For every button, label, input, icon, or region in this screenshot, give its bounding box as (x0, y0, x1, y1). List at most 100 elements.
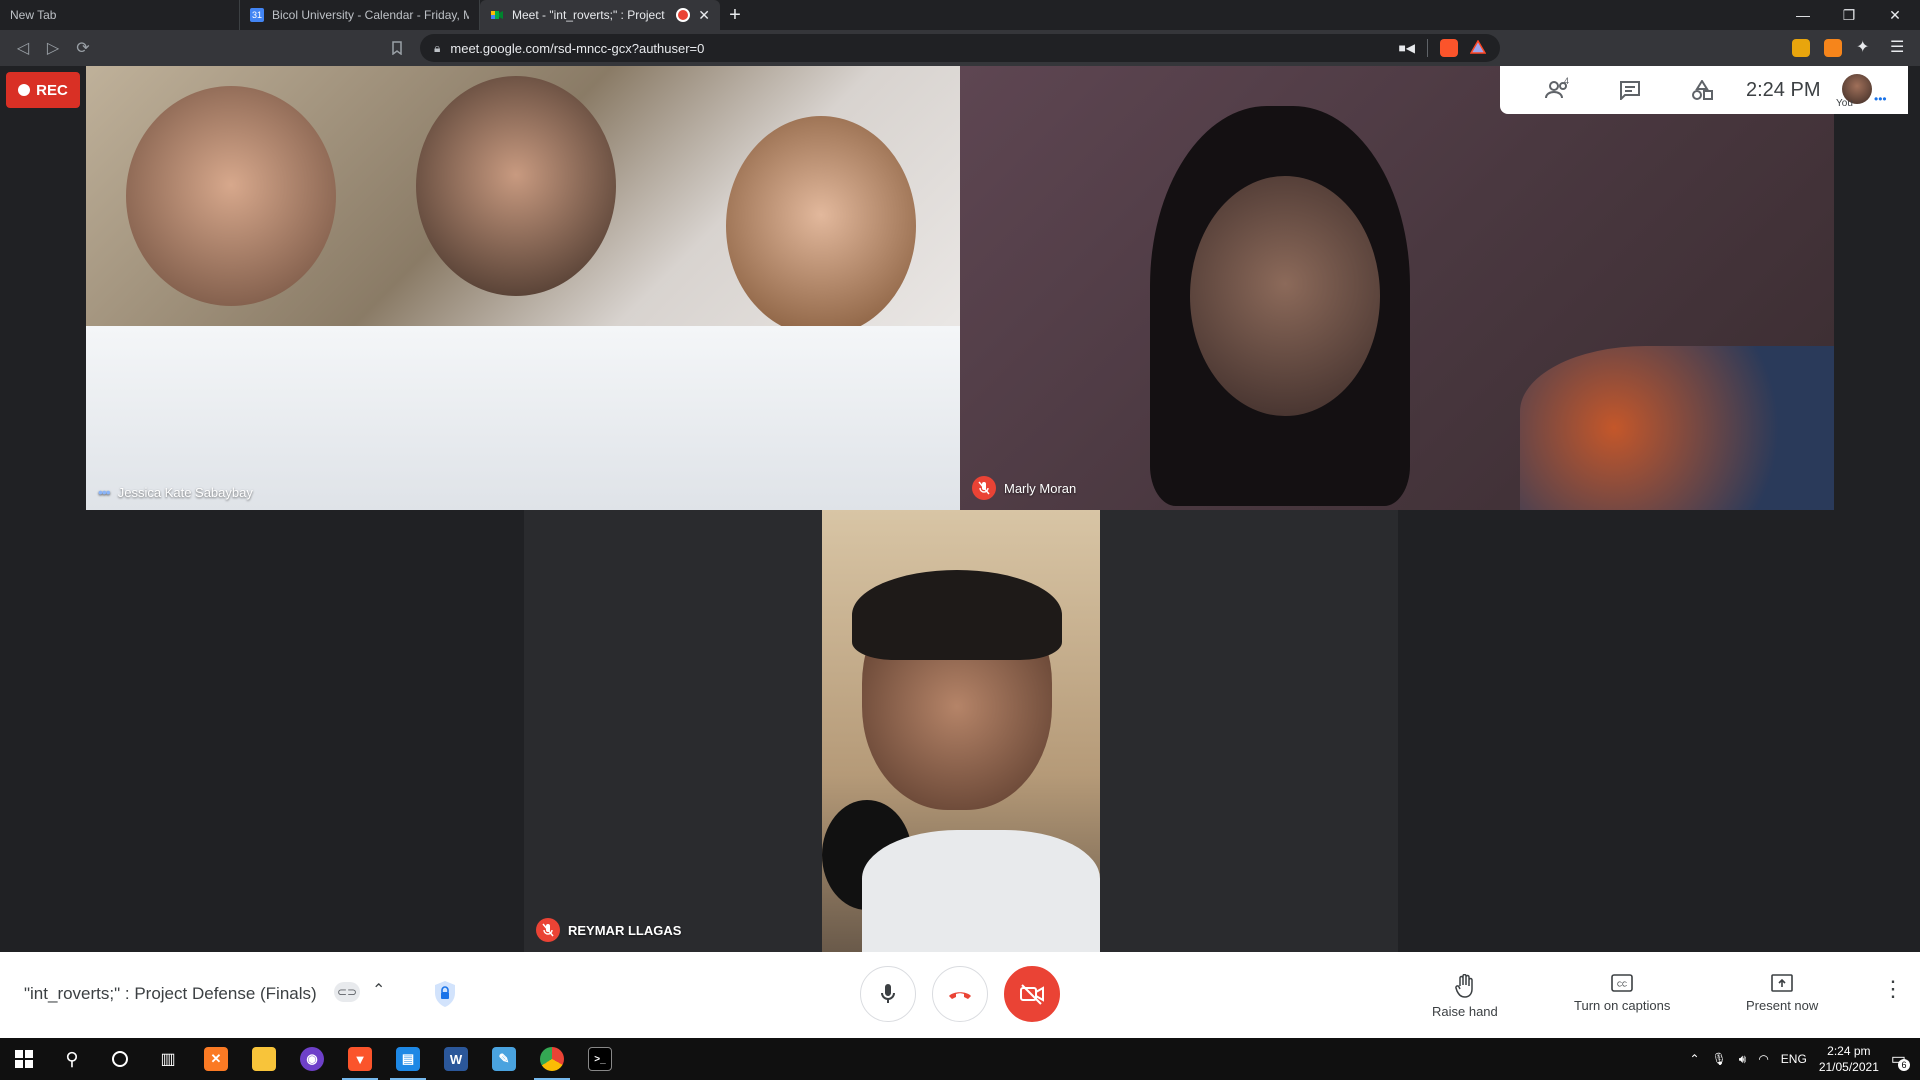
camera-in-use-icon[interactable]: ■◀ (1399, 41, 1415, 55)
people-count: 4 (1564, 76, 1570, 86)
speaking-indicator-icon: ••• (98, 484, 111, 500)
activities-button[interactable] (1666, 80, 1738, 100)
camera-off-icon (1020, 984, 1044, 1005)
tab-new-tab[interactable]: New Tab (0, 0, 240, 30)
rec-label: REC (36, 81, 68, 99)
search-button[interactable]: ⚲ (48, 1038, 96, 1080)
hang-up-icon (949, 992, 971, 999)
wifi-icon[interactable]: ◠ (1758, 1052, 1768, 1066)
taskbar-app-word[interactable]: W (432, 1038, 480, 1080)
taskbar-app-notepad[interactable]: ▤ (384, 1038, 432, 1080)
more-options-icon[interactable]: ⋮ (1882, 978, 1904, 1000)
captions-icon: CC (1611, 974, 1633, 992)
tab-bar: New Tab 31 Bicol University - Calendar -… (0, 0, 1920, 30)
microphone-button[interactable] (860, 966, 916, 1022)
folder-icon (252, 1047, 276, 1071)
meet-stage: REC 4 2:24 PM You ••• ••• Jessica Kate S… (0, 66, 1920, 952)
back-button[interactable]: ◁ (8, 33, 38, 63)
taskbar-app-terminal[interactable]: >_ (576, 1038, 624, 1080)
system-clock[interactable]: 2:24 pm 21/05/2021 (1819, 1043, 1879, 1075)
taskbar-app-github[interactable]: ◉ (288, 1038, 336, 1080)
present-now-button[interactable]: Present now (1746, 974, 1818, 1013)
people-button[interactable]: 4 (1522, 76, 1594, 100)
menu-icon[interactable]: ☰ (1890, 37, 1904, 57)
close-tab-icon[interactable]: ✕ (698, 7, 710, 24)
minimize-button[interactable]: — (1780, 0, 1826, 30)
taskbar-app-feather[interactable]: ✎ (480, 1038, 528, 1080)
present-now-label: Present now (1746, 998, 1819, 1013)
video-blanket (1520, 346, 1834, 510)
microphone-icon (881, 984, 895, 1003)
raise-hand-button[interactable]: Raise hand (1432, 974, 1498, 1019)
task-view-button[interactable]: ▥ (144, 1038, 192, 1080)
task-view-icon: ▥ (160, 1051, 176, 1068)
brave-shields-icon[interactable] (1440, 39, 1458, 57)
microphone-tray-icon[interactable]: 🎙︎ (1712, 1052, 1727, 1066)
attachment-icon[interactable]: ⊂⊃ (334, 982, 360, 1002)
camera-button[interactable] (1004, 966, 1060, 1022)
app-icon: ▤ (396, 1047, 420, 1071)
forward-button[interactable]: ▷ (38, 33, 68, 63)
reload-button[interactable]: ⟳ (68, 33, 98, 63)
word-icon: W (444, 1047, 468, 1071)
new-tab-button[interactable]: + (720, 0, 750, 30)
system-tray: ⌃ 🎙︎ 🔊︎ ◠ ENG 2:24 pm 21/05/2021 ▭ 6 (1689, 1038, 1920, 1080)
self-view[interactable]: You ••• (1836, 66, 1896, 114)
activities-icon (1692, 80, 1713, 100)
participant-name-tag: REYMAR LLAGAS (536, 918, 681, 942)
bookmark-icon[interactable] (382, 33, 412, 63)
extension-icon[interactable] (1792, 39, 1810, 57)
extensions-puzzle-icon[interactable]: ✦ (1856, 37, 1869, 57)
svg-text:CC: CC (1617, 982, 1627, 989)
meeting-title: "int_roverts;" : Project Defense (Finals… (24, 984, 317, 1003)
browser-toolbar: ◁ ▷ ⟳ 🔒︎ meet.google.com/rsd-mncc-gcx?au… (0, 30, 1920, 66)
address-bar[interactable]: 🔒︎ meet.google.com/rsd-mncc-gcx?authuser… (420, 34, 1500, 62)
video-face (1190, 176, 1380, 416)
participant-tile[interactable]: ••• Jessica Kate Sabaybay (86, 66, 960, 510)
participant-name-tag: Marly Moran (972, 476, 1076, 500)
record-dot-icon (18, 84, 31, 96)
captions-button[interactable]: CC Turn on captions (1574, 974, 1670, 1013)
chevron-up-icon[interactable]: ⌃ (372, 980, 385, 1000)
show-hidden-icons-icon[interactable]: ⌃ (1689, 1052, 1699, 1066)
taskbar-app-explorer[interactable] (240, 1038, 288, 1080)
windows-taskbar: ⚲ ▥ ✕ ◉ ▼ ▤ W ✎ >_ ⌃ 🎙︎ 🔊︎ ◠ ENG 2:24 pm… (0, 1038, 1920, 1080)
taskbar-app-brave[interactable]: ▼ (336, 1038, 384, 1080)
meeting-info-panel: 4 2:24 PM You ••• (1500, 66, 1908, 114)
meeting-clock: 2:24 PM (1746, 78, 1821, 101)
tab-meet[interactable]: Meet - "int_roverts;" : Project ✕ (480, 0, 720, 30)
raise-hand-icon (1455, 974, 1473, 998)
meet-icon (490, 8, 504, 22)
start-button[interactable] (0, 1038, 48, 1080)
brave-rewards-icon[interactable] (1469, 39, 1487, 57)
restore-button[interactable]: ❐ (1826, 0, 1872, 30)
mic-muted-icon (536, 918, 560, 942)
leave-call-button[interactable] (932, 966, 988, 1022)
calendar-icon: 31 (250, 8, 264, 22)
captions-label: Turn on captions (1574, 998, 1671, 1013)
recording-icon (676, 8, 691, 22)
lock-icon: 🔒︎ (434, 40, 441, 55)
taskbar-app-xampp[interactable]: ✕ (192, 1038, 240, 1080)
host-controls-icon[interactable] (432, 980, 458, 1008)
participant-tile[interactable]: Marly Moran (960, 66, 1834, 510)
metamask-icon[interactable] (1824, 39, 1842, 57)
mic-muted-icon (972, 476, 996, 500)
close-window-button[interactable]: ✕ (1872, 0, 1918, 30)
tab-calendar[interactable]: 31 Bicol University - Calendar - Friday,… (240, 0, 480, 30)
taskbar-app-chrome[interactable] (528, 1038, 576, 1080)
language-indicator[interactable]: ENG (1781, 1052, 1807, 1066)
chat-icon (1620, 81, 1640, 100)
you-label: You (1836, 98, 1853, 109)
participant-tile[interactable]: REYMAR LLAGAS (524, 510, 1398, 952)
notifications-icon[interactable]: ▭ 6 (1891, 1049, 1910, 1071)
participant-name: REYMAR LLAGAS (568, 922, 682, 938)
participant-name-tag: ••• Jessica Kate Sabaybay (98, 484, 253, 500)
clock-date: 21/05/2021 (1818, 1060, 1879, 1074)
video-uniforms (86, 326, 960, 510)
chat-button[interactable] (1594, 80, 1666, 100)
tab-title: Bicol University - Calendar - Friday, M (272, 8, 469, 22)
volume-icon[interactable]: 🔊︎ (1739, 1052, 1747, 1067)
windows-icon (15, 1050, 33, 1068)
cortana-button[interactable] (96, 1038, 144, 1080)
